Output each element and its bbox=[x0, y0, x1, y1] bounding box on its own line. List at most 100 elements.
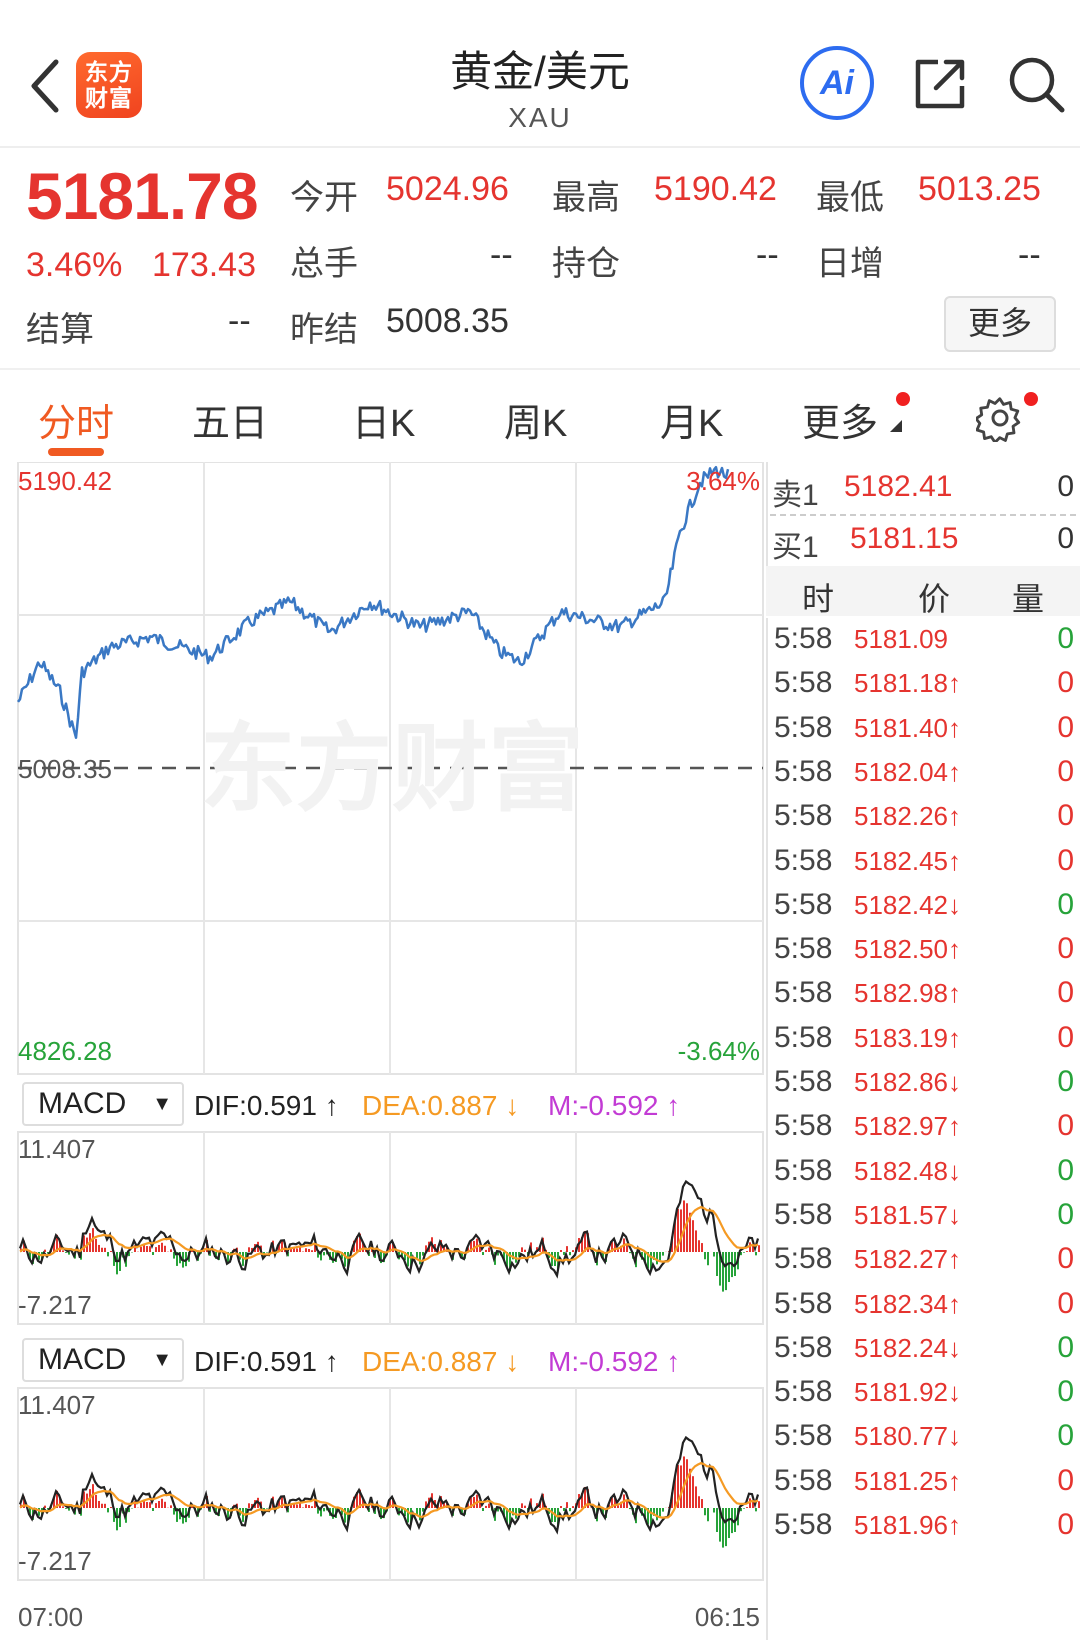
tick-price: 5181.25↑ bbox=[854, 1465, 961, 1496]
tick-price: 5182.98↑ bbox=[854, 978, 961, 1009]
tick-row: 5:58 5183.19↑ 0 bbox=[768, 1017, 1080, 1063]
tab-more[interactable]: 更多 bbox=[802, 392, 878, 447]
tick-row: 5:58 5182.45↑ 0 bbox=[768, 840, 1080, 886]
tick-qty: 0 bbox=[1057, 1242, 1074, 1276]
prev-settle-label: 昨结 bbox=[290, 311, 358, 349]
tick-qty: 0 bbox=[1057, 1330, 1074, 1364]
tick-time: 5:58 bbox=[774, 1242, 833, 1276]
share-icon[interactable] bbox=[908, 52, 972, 116]
tick-row: 5:58 5182.97↑ 0 bbox=[768, 1105, 1080, 1151]
tick-price: 5182.97↑ bbox=[854, 1111, 961, 1142]
tab-five-day[interactable]: 五日 bbox=[192, 392, 268, 447]
tick-qty: 0 bbox=[1057, 1508, 1074, 1541]
tick-row: 5:58 5182.98↑ 0 bbox=[768, 972, 1080, 1018]
macd-indicator-select-1[interactable]: MACD ▼ bbox=[22, 1082, 184, 1126]
tick-time: 5:58 bbox=[774, 1419, 833, 1453]
ticks-header-qty: 量 bbox=[1012, 581, 1045, 617]
tick-row: 5:58 5182.34↑ 0 bbox=[768, 1283, 1080, 1329]
watermark: 东方财富 bbox=[200, 716, 584, 823]
intraday-chart[interactable]: 东方财富 5190.42 5008.35 4826.28 3.64% -3.64… bbox=[0, 462, 766, 1640]
tick-time: 5:58 bbox=[774, 754, 833, 788]
macd-indicator-select-2[interactable]: MACD ▼ bbox=[22, 1338, 184, 1382]
app-logo[interactable]: 东方财富 bbox=[76, 52, 142, 118]
search-icon[interactable] bbox=[1004, 52, 1068, 116]
tick-row: 5:58 5182.04↑ 0 bbox=[768, 751, 1080, 797]
tick-time: 5:58 bbox=[774, 622, 833, 655]
high-value: 5190.42 bbox=[654, 170, 777, 208]
tick-qty: 0 bbox=[1057, 1463, 1074, 1497]
tick-time: 5:58 bbox=[774, 1286, 833, 1320]
volume-label: 总手 bbox=[290, 245, 358, 283]
tick-qty: 0 bbox=[1057, 1419, 1074, 1453]
tick-time: 5:58 bbox=[774, 1153, 833, 1187]
ai-assistant-button[interactable]: Ai bbox=[800, 46, 874, 120]
tick-time: 5:58 bbox=[774, 1375, 833, 1409]
settle-label: 结算 bbox=[26, 311, 94, 349]
page-subtitle: XAU bbox=[508, 102, 572, 133]
tick-price: 5181.92↓ bbox=[854, 1377, 961, 1408]
tick-time: 5:58 bbox=[774, 1065, 833, 1098]
tick-qty: 0 bbox=[1057, 710, 1074, 744]
more-quote-button[interactable]: 更多 bbox=[944, 296, 1056, 352]
tab-monthly-k[interactable]: 月K bbox=[660, 392, 723, 447]
tick-qty: 0 bbox=[1057, 1286, 1074, 1320]
sell-1-price: 5182.41 bbox=[844, 470, 953, 503]
settle-value: -- bbox=[228, 302, 251, 340]
sell-1-qty: 0 bbox=[1057, 470, 1074, 503]
book-divider bbox=[770, 514, 1076, 516]
position-label: 持仓 bbox=[552, 245, 620, 283]
macd-2-dif: DIF:0.591 ↑ bbox=[194, 1346, 339, 1377]
tab-weekly-k[interactable]: 周K bbox=[504, 392, 567, 447]
tick-row: 5:58 5181.96↑ 0 bbox=[768, 1504, 1080, 1550]
tick-qty: 0 bbox=[1057, 976, 1074, 1010]
tick-time: 5:58 bbox=[774, 1330, 833, 1364]
y-axis-max: 5190.42 bbox=[18, 466, 112, 496]
daily-inc-label: 日增 bbox=[816, 245, 884, 283]
tick-qty: 0 bbox=[1057, 1153, 1074, 1187]
tick-qty: 0 bbox=[1057, 887, 1074, 921]
tick-time: 5:58 bbox=[774, 843, 833, 877]
tick-row: 5:58 5182.26↑ 0 bbox=[768, 795, 1080, 841]
tick-qty: 0 bbox=[1057, 622, 1074, 655]
y-axis-min: 4826.28 bbox=[18, 1036, 112, 1066]
buy-1-price: 5181.15 bbox=[850, 522, 959, 555]
tick-price: 5182.24↓ bbox=[854, 1332, 961, 1363]
tick-qty: 0 bbox=[1057, 843, 1074, 877]
open-label: 今开 bbox=[290, 179, 358, 217]
tick-time: 5:58 bbox=[774, 976, 833, 1010]
tick-row: 5:58 5182.86↓ 0 bbox=[768, 1061, 1080, 1107]
logo-text: 东方财富 bbox=[85, 59, 133, 111]
tick-row: 5:58 5181.25↑ 0 bbox=[768, 1460, 1080, 1506]
buy-1-qty: 0 bbox=[1057, 522, 1074, 555]
back-arrow-icon[interactable] bbox=[22, 50, 66, 122]
buy-1-label: 买1 bbox=[772, 531, 819, 564]
ticks-header-time: 时 bbox=[802, 581, 835, 617]
macd-select-label: MACD bbox=[38, 1087, 127, 1120]
tick-price: 5180.77↓ bbox=[854, 1421, 961, 1452]
buy-1-row: 买1 5181.15 0 bbox=[766, 522, 1080, 572]
tick-time: 5:58 bbox=[774, 666, 833, 700]
macd-2-y-min: -7.217 bbox=[18, 1546, 92, 1576]
tick-qty: 0 bbox=[1057, 799, 1074, 833]
macd-2-dea: DEA:0.887 ↓ bbox=[362, 1346, 520, 1377]
last-price: 5181.78 bbox=[26, 159, 259, 233]
tick-list[interactable]: 5:58 5181.09 0 5:58 5181.18↑ 0 5:58 5181.40↑ 0 5:… bbox=[766, 618, 1080, 1640]
position-value: -- bbox=[756, 236, 779, 274]
tick-qty: 0 bbox=[1057, 1065, 1074, 1098]
settings-gear-icon[interactable] bbox=[976, 394, 1024, 442]
tick-row: 5:58 5182.24↓ 0 bbox=[768, 1327, 1080, 1373]
time-axis-end: 06:15 bbox=[695, 1602, 760, 1632]
ticks-header-price: 价 bbox=[918, 581, 951, 617]
low-label: 最低 bbox=[816, 179, 884, 217]
tab-daily-k[interactable]: 日K bbox=[352, 392, 415, 447]
ai-label: Ai bbox=[820, 64, 854, 102]
tick-qty: 0 bbox=[1057, 754, 1074, 788]
tick-qty: 0 bbox=[1057, 932, 1074, 966]
tick-price: 5181.18↑ bbox=[854, 668, 961, 699]
tab-intraday[interactable]: 分时 bbox=[38, 392, 114, 447]
tick-row: 5:58 5182.50↑ 0 bbox=[768, 928, 1080, 974]
pct-axis-max: 3.64% bbox=[686, 466, 760, 496]
prev-settle-value: 5008.35 bbox=[386, 302, 509, 340]
dropdown-arrow-icon: ▼ bbox=[152, 1349, 172, 1371]
daily-inc-value: -- bbox=[1018, 236, 1041, 274]
